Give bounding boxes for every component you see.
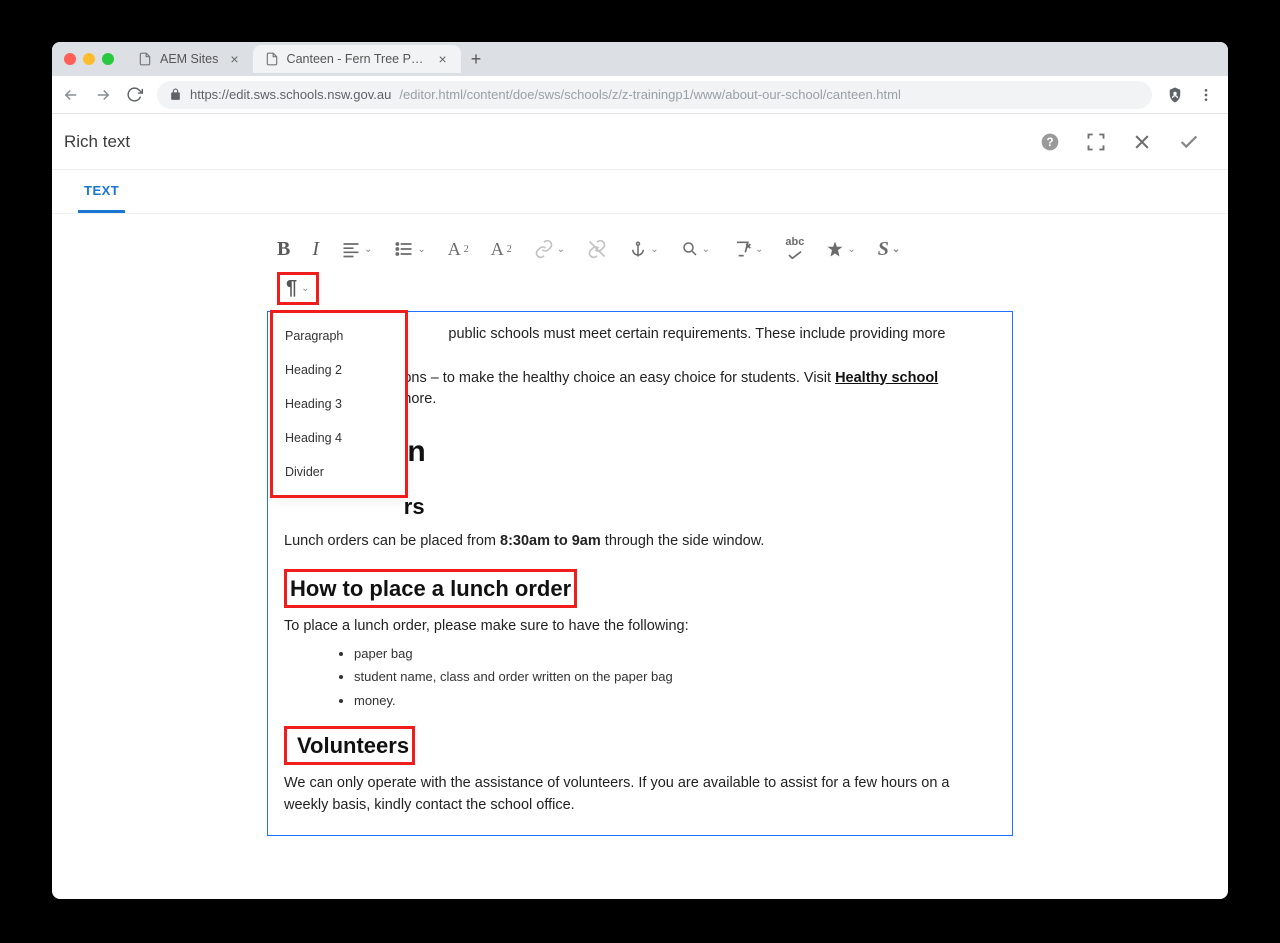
- tab-text[interactable]: TEXT: [78, 171, 125, 213]
- menu-item-heading-2[interactable]: Heading 2: [273, 353, 405, 387]
- source-button[interactable]: S⌄: [878, 238, 901, 260]
- pilcrow-icon: ¶: [286, 277, 297, 300]
- tab-label: AEM Sites: [160, 52, 218, 66]
- subscript-button[interactable]: A2: [448, 238, 469, 260]
- close-window[interactable]: [64, 53, 76, 65]
- editor-header: Rich text ?: [52, 114, 1228, 170]
- help-icon[interactable]: ?: [1040, 132, 1060, 152]
- editor-subtabs: TEXT: [52, 170, 1228, 214]
- browser-window: AEM Sites × Canteen - Fern Tree Public S…: [52, 42, 1228, 899]
- place-order-intro: To place a lunch order, please make sure…: [284, 616, 996, 638]
- heading-volunteers: Volunteers: [284, 726, 996, 765]
- browser-tab-canteen[interactable]: Canteen - Fern Tree Public Sch ×: [253, 45, 461, 73]
- order-requirements-list: paper bag student name, class and order …: [354, 644, 996, 711]
- file-icon: [138, 52, 152, 66]
- unlink-button[interactable]: [587, 238, 607, 260]
- list-item: money.: [354, 691, 996, 711]
- url-host: https://edit.sws.schools.nsw.gov.au: [190, 87, 391, 102]
- bold-button[interactable]: B: [277, 238, 290, 260]
- close-icon[interactable]: [1132, 132, 1152, 152]
- align-button[interactable]: ⌄: [341, 238, 372, 260]
- heading-place-order: How to place a lunch order: [284, 569, 996, 608]
- volunteers-paragraph: We can only operate with the assistance …: [284, 773, 996, 817]
- link-button[interactable]: ⌄: [534, 238, 565, 260]
- lock-icon: [169, 88, 182, 101]
- file-icon: [265, 52, 279, 66]
- svg-text:?: ?: [1046, 136, 1053, 149]
- close-tab-icon[interactable]: ×: [435, 51, 451, 67]
- menu-item-heading-4[interactable]: Heading 4: [273, 421, 405, 455]
- workspace: B I ⌄ ⌄ A2 A2 ⌄ ⌄ ⌄ ⌄ abc ⌄ S⌄ ¶ ⌄: [52, 214, 1228, 899]
- rich-text-toolbar: B I ⌄ ⌄ A2 A2 ⌄ ⌄ ⌄ ⌄ abc ⌄ S⌄: [267, 232, 1013, 270]
- browser-tab-strip: AEM Sites × Canteen - Fern Tree Public S…: [52, 42, 1228, 76]
- maximize-window[interactable]: [102, 53, 114, 65]
- nav-forward[interactable]: [94, 86, 112, 104]
- orders-paragraph: Lunch orders can be placed from 8:30am t…: [284, 531, 996, 553]
- menu-item-heading-3[interactable]: Heading 3: [273, 387, 405, 421]
- healthy-school-link[interactable]: Healthy school: [835, 370, 938, 386]
- new-tab-button[interactable]: +: [461, 49, 492, 70]
- anchor-button[interactable]: ⌄: [629, 238, 658, 260]
- spellcheck-button[interactable]: abc: [785, 238, 804, 260]
- superscript-button[interactable]: A2: [491, 238, 512, 260]
- italic-button[interactable]: I: [312, 238, 319, 260]
- fullscreen-icon[interactable]: [1086, 132, 1106, 152]
- done-icon[interactable]: [1178, 131, 1200, 153]
- address-bar: https://edit.sws.schools.nsw.gov.au/edit…: [52, 76, 1228, 114]
- tab-label: Canteen - Fern Tree Public Sch: [287, 52, 427, 66]
- profile-icon[interactable]: [1166, 86, 1184, 104]
- minimize-window[interactable]: [83, 53, 95, 65]
- list-button[interactable]: ⌄: [394, 238, 425, 260]
- editor-title: Rich text: [64, 132, 130, 152]
- nav-reload[interactable]: [126, 86, 143, 103]
- menu-item-paragraph[interactable]: Paragraph: [273, 319, 405, 353]
- menu-item-divider[interactable]: Divider: [273, 455, 405, 489]
- url-field[interactable]: https://edit.sws.schools.nsw.gov.au/edit…: [157, 81, 1152, 109]
- nav-back[interactable]: [62, 86, 80, 104]
- browser-tab-aem[interactable]: AEM Sites ×: [126, 45, 253, 73]
- window-controls: [64, 53, 114, 65]
- find-button[interactable]: ⌄: [681, 238, 710, 260]
- clear-format-button[interactable]: ⌄: [732, 238, 763, 260]
- list-item: paper bag: [354, 644, 996, 664]
- close-tab-icon[interactable]: ×: [226, 51, 242, 67]
- list-item: student name, class and order written on…: [354, 667, 996, 687]
- paragraph-format-button[interactable]: ¶ ⌄: [277, 272, 319, 305]
- url-path: /editor.html/content/doe/sws/schools/z/z…: [399, 87, 900, 102]
- menu-icon[interactable]: [1198, 87, 1214, 103]
- paragraph-format-menu: Paragraph Heading 2 Heading 3 Heading 4 …: [270, 310, 408, 498]
- specialchar-button[interactable]: ⌄: [826, 238, 855, 260]
